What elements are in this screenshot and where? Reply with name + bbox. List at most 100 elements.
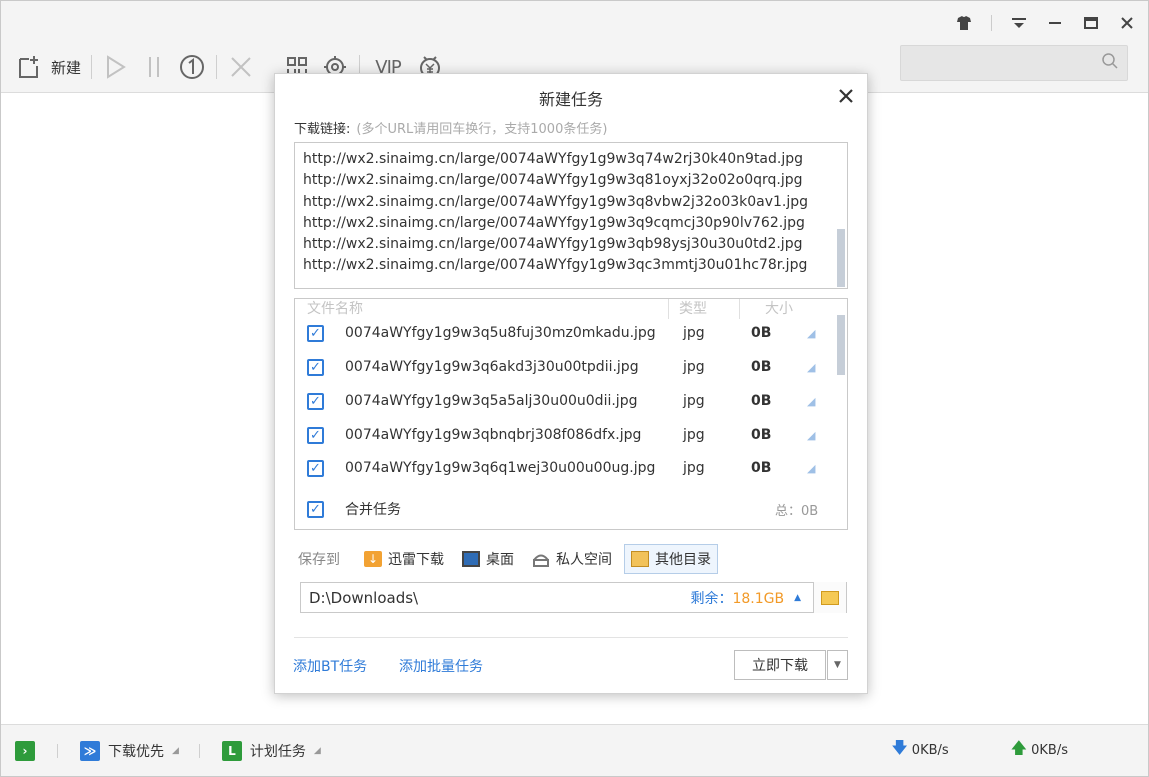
corner-triangle-icon: ◢ (807, 394, 816, 408)
new-task-dialog: 新建任务 下载链接: (多个URL请用回车换行，支持1000条任务) http:/… (274, 73, 868, 694)
download-speed: 🡇 0KB/s (891, 737, 948, 764)
free-space-label: 剩余： (690, 590, 733, 607)
file-type: jpg (683, 359, 705, 375)
other-folder-icon (631, 551, 649, 567)
header-type[interactable]: 类型 (679, 298, 707, 318)
xunlei-folder-icon: ↓ (364, 551, 382, 567)
url-label-text: 下载链接: (294, 122, 351, 137)
url-scrollbar[interactable] (837, 229, 845, 287)
desktop-icon (462, 551, 480, 567)
file-size: 0B (751, 427, 772, 443)
header-divider (668, 299, 669, 319)
window-controls (955, 11, 1136, 35)
search-input[interactable] (900, 45, 1128, 81)
dialog-close-icon[interactable] (839, 84, 853, 108)
file-name: 0074aWYfgy1g9w3q5a5alj30u00u0dii.jpg (345, 393, 638, 409)
file-checkbox[interactable]: ✓ (307, 392, 324, 410)
merge-label: 合并任务 (345, 502, 401, 518)
maximize-icon[interactable] (1082, 14, 1100, 32)
file-checkbox[interactable]: ✓ (307, 358, 324, 376)
save-path-value: D:\Downloads\ (309, 588, 419, 607)
corner-triangle-icon: ◢ (807, 326, 816, 340)
file-row[interactable]: ✓ 0074aWYfgy1g9w3q5a5alj30u00u0dii.jpg j… (295, 389, 835, 413)
file-size: 0B (751, 393, 772, 409)
folder-icon (821, 590, 839, 605)
save-to-label: 保存到 (298, 552, 340, 568)
schedule-label: 计划任务 (249, 743, 306, 760)
corner-triangle-icon: ◢ (807, 461, 816, 475)
location-desktop[interactable]: 桌面 (456, 544, 520, 574)
new-task-label: 新建 (51, 58, 82, 77)
file-checkbox[interactable]: ✓ (307, 459, 324, 477)
url-line: http://wx2.sinaimg.cn/large/0074aWYfgy1g… (303, 214, 805, 231)
status-divider (57, 743, 58, 758)
corner-triangle-icon: ◢ (807, 428, 816, 442)
new-task-button[interactable]: 新建 (15, 51, 81, 83)
location-xunlei[interactable]: ↓ 迅雷下载 (358, 544, 450, 574)
file-type: jpg (683, 460, 705, 476)
file-row[interactable]: ✓ 0074aWYfgy1g9w3q6akd3j30u00tpdii.jpg j… (295, 355, 835, 379)
header-size[interactable]: 大小 (765, 298, 793, 318)
url-line: http://wx2.sinaimg.cn/large/0074aWYfgy1g… (303, 193, 809, 210)
header-name[interactable]: 文件名称 (307, 298, 363, 318)
free-space: 剩余：18.1GB (690, 588, 784, 608)
save-path-field[interactable]: D:\Downloads\ 剩余：18.1GB ▲ (300, 582, 847, 613)
add-batch-task-link[interactable]: 添加批量任务 (399, 656, 483, 676)
file-name: 0074aWYfgy1g9w3qbnqbrj308f086dfx.jpg (345, 427, 642, 443)
free-space-value: 18.1GB (732, 590, 785, 607)
menu-icon[interactable] (1010, 14, 1028, 32)
app-window: 新建 VIP 新建任务 下载链接: (多个URL请用回车换行，支持1000条任务… (0, 0, 1149, 777)
play-icon[interactable] (102, 53, 130, 81)
one-task-icon[interactable] (178, 53, 206, 81)
location-label: 桌面 (486, 552, 514, 568)
download-options-dropdown[interactable]: ▼ (827, 650, 848, 680)
minimize-icon[interactable] (1046, 14, 1064, 32)
total-size: 总：0B (775, 503, 819, 519)
dialog-divider (294, 637, 848, 638)
delete-icon[interactable] (227, 53, 255, 81)
location-label: 其他目录 (655, 552, 711, 568)
priority-dropdown-icon: ◢ (172, 745, 179, 756)
download-priority-button[interactable]: ≫ 下载优先 ◢ (80, 740, 179, 761)
url-label: 下载链接: (多个URL请用回车换行，支持1000条任务) (294, 118, 607, 137)
search-icon[interactable] (1101, 52, 1119, 74)
url-line: http://wx2.sinaimg.cn/large/0074aWYfgy1g… (303, 151, 804, 167)
close-icon[interactable] (1118, 14, 1136, 32)
file-row[interactable]: ✓ 0074aWYfgy1g9w3q6q1wej30u00u00ug.jpg j… (295, 456, 835, 480)
expand-panel-icon[interactable]: › (15, 740, 35, 761)
private-space-icon (532, 551, 550, 567)
pause-icon[interactable] (140, 53, 168, 81)
download-now-button[interactable]: 立即下载 (734, 650, 826, 680)
priority-icon: ≫ (80, 740, 100, 761)
merge-row[interactable]: ✓ 合并任务 总：0B (295, 497, 835, 521)
file-checkbox[interactable]: ✓ (307, 426, 324, 444)
file-size: 0B (751, 325, 772, 341)
location-other[interactable]: 其他目录 (624, 544, 718, 574)
scheduled-tasks-button[interactable]: L 计划任务 ◢ (221, 740, 321, 761)
add-bt-task-link[interactable]: 添加BT任务 (293, 656, 367, 676)
file-row[interactable]: ✓ 0074aWYfgy1g9w3qbnqbrj308f086dfx.jpg j… (295, 423, 835, 447)
file-size: 0B (751, 359, 772, 375)
file-checkbox[interactable]: ✓ (307, 324, 324, 342)
file-list: 文件名称 类型 大小 ✓ 0074aWYfgy1g9w3q5u8fuj30mz0… (294, 298, 848, 530)
new-file-icon (15, 53, 43, 81)
location-private[interactable]: 私人空间 (526, 544, 618, 574)
url-hint: (多个URL请用回车换行，支持1000条任务) (356, 122, 608, 137)
url-textarea[interactable]: http://wx2.sinaimg.cn/large/0074aWYfgy1g… (294, 142, 848, 289)
file-row[interactable]: ✓ 0074aWYfgy1g9w3q5u8fuj30mz0mkadu.jpg j… (295, 321, 835, 345)
skin-icon[interactable] (955, 14, 973, 32)
upload-speed: 🡅 0KB/s (1011, 737, 1068, 764)
url-line: http://wx2.sinaimg.cn/large/0074aWYfgy1g… (303, 236, 803, 253)
schedule-dropdown-icon: ◢ (313, 745, 321, 756)
file-type: jpg (683, 393, 705, 409)
file-size: 0B (751, 460, 772, 476)
url-line: http://wx2.sinaimg.cn/large/0074aWYfgy1g… (303, 257, 808, 274)
file-name: 0074aWYfgy1g9w3q5u8fuj30mz0mkadu.jpg (345, 325, 656, 341)
browse-folder-button[interactable] (813, 582, 846, 613)
toolbar-divider (216, 55, 218, 79)
merge-checkbox[interactable]: ✓ (307, 500, 324, 518)
upload-speed-value: 0KB/s (1031, 743, 1068, 758)
path-dropdown-icon[interactable]: ▲ (794, 593, 801, 603)
divider (991, 15, 992, 31)
file-list-scrollbar[interactable] (837, 315, 845, 375)
